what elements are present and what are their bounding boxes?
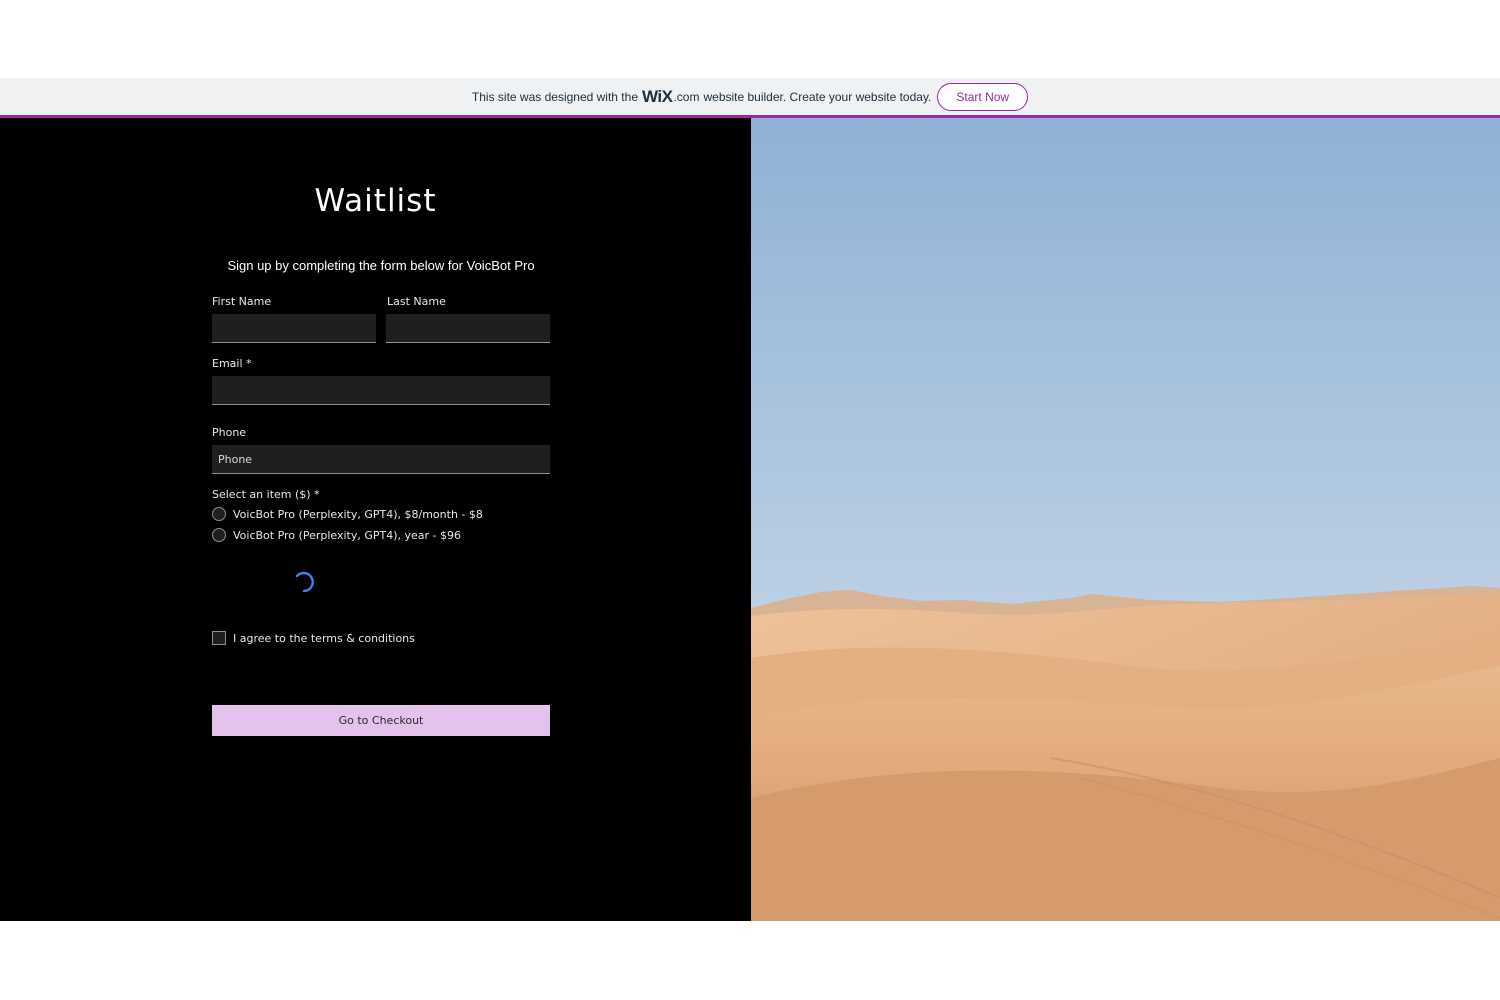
radio-yearly[interactable] [212,528,226,542]
terms-label: I agree to the terms & conditions [233,631,415,645]
option-yearly[interactable]: VoicBot Pro (Perplexity, GPT4), year - $… [212,528,461,542]
phone-field[interactable]: Phone [212,445,550,474]
first-name-field[interactable] [212,314,376,343]
wix-logo-suffix: .com [673,89,700,104]
wix-banner-text-after: website builder. Create your website tod… [703,89,932,104]
form-panel: Waitlist Sign up by completing the form … [0,118,751,921]
checkout-button[interactable]: Go to Checkout [212,705,550,736]
wix-banner-text-before: This site was designed with the [471,89,638,104]
option-yearly-label: VoicBot Pro (Perplexity, GPT4), year - $… [233,528,462,542]
email-label: Email * [212,357,252,370]
select-item-label: Select an item ($) * [212,488,320,501]
last-name-field[interactable] [386,314,550,343]
phone-label: Phone [212,426,247,439]
radio-monthly[interactable] [212,507,226,521]
option-monthly[interactable]: VoicBot Pro (Perplexity, GPT4), $8/month… [212,507,483,521]
form-subtitle: Sign up by completing the form below for… [227,258,535,273]
email-field[interactable] [212,376,550,405]
first-name-label: First Name [212,295,272,308]
desert-image [751,118,1500,921]
start-now-button[interactable]: Start Now [937,82,1029,111]
loading-spinner-icon [295,571,314,593]
terms-checkbox[interactable] [212,631,226,645]
terms-row[interactable]: I agree to the terms & conditions [212,631,415,645]
page-title: Waitlist [314,183,437,219]
wix-promo-banner: This site was designed with the WiX .com… [0,78,1500,118]
option-monthly-label: VoicBot Pro (Perplexity, GPT4), $8/month… [233,507,483,521]
wix-logo[interactable]: WiX [642,87,673,107]
last-name-label: Last Name [387,295,446,308]
